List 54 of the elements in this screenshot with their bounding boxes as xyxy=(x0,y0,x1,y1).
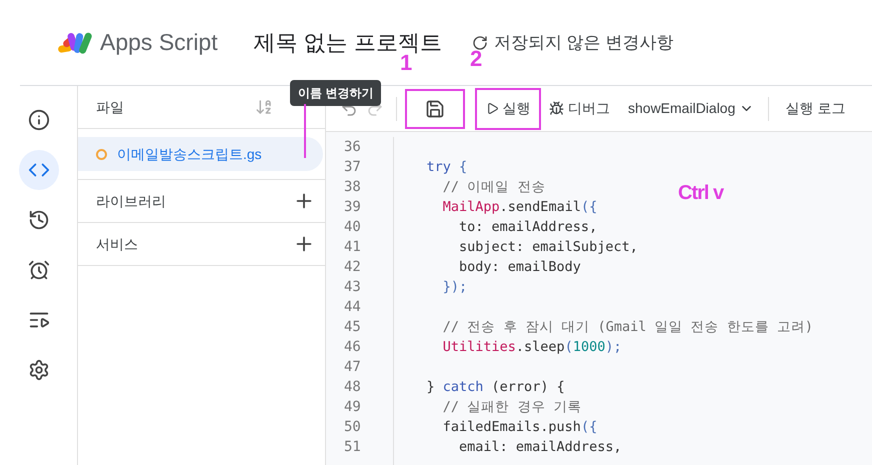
save-icon xyxy=(425,98,445,118)
code-line: to: emailAddress, xyxy=(458,218,598,237)
line-number: 44 xyxy=(343,298,361,317)
line-number: 50 xyxy=(343,418,361,437)
run-button[interactable]: 실행 xyxy=(475,88,541,130)
line-number: 38 xyxy=(343,178,361,197)
sidebar-nav-button[interactable] xyxy=(18,150,58,190)
product-name: Apps Script xyxy=(100,28,218,58)
code-line: // 이메일 전송 xyxy=(442,178,546,197)
line-number: 37 xyxy=(343,158,361,177)
code-line: Utilities.sleep(1000); xyxy=(442,338,622,357)
code-line: // 실패한 경우 기록 xyxy=(442,398,582,417)
code-line: subject: emailSubject, xyxy=(458,238,638,257)
alarm-clock-icon xyxy=(28,259,50,281)
debug-button[interactable]: 디버그 xyxy=(549,98,610,119)
history-icon xyxy=(28,209,50,231)
tooltip: 이름 변경하기 xyxy=(290,80,382,106)
line-number: 39 xyxy=(343,198,361,217)
line-number: 42 xyxy=(343,258,361,277)
section-label: 라이브러리 xyxy=(96,192,166,210)
code-line: } catch (error) { xyxy=(426,378,565,397)
play-icon xyxy=(486,102,498,115)
files-heading: 파일 xyxy=(96,98,124,116)
annotation-number: 2 xyxy=(470,48,482,70)
debug-icon xyxy=(549,101,564,116)
line-number: 36 xyxy=(343,138,361,157)
save-button[interactable] xyxy=(405,88,465,128)
function-dropdown[interactable]: showEmailDialog xyxy=(628,98,754,119)
line-number: 49 xyxy=(343,398,361,417)
code-line: failedEmails.push({ xyxy=(442,418,598,437)
save-status: 저장되지 않은 변경사항 xyxy=(494,32,674,54)
annotation-line xyxy=(304,104,306,158)
code-line: // 전송 후 잠시 대기 (Gmail 일일 전송 한도를 고려) xyxy=(442,318,814,337)
code-line: email: emailAddress, xyxy=(458,438,622,457)
line-number: 47 xyxy=(343,358,361,377)
line-number: 40 xyxy=(343,218,361,237)
file-item[interactable]: 이메일발송스크립트.gs xyxy=(78,137,323,171)
code-line: MailApp.sendEmail({ xyxy=(442,198,598,217)
line-number: 45 xyxy=(343,318,361,337)
code-line: body: emailBody xyxy=(458,258,581,277)
line-number: 46 xyxy=(343,338,361,357)
line-number: 51 xyxy=(343,438,361,457)
code-line: }); xyxy=(442,278,468,297)
section-label: 서비스 xyxy=(96,234,138,254)
annotation-number: 1 xyxy=(400,52,412,74)
settings-icon xyxy=(28,359,50,381)
line-number: 41 xyxy=(343,238,361,257)
info-icon xyxy=(28,109,50,131)
line-number: 48 xyxy=(343,378,361,397)
line-number: 43 xyxy=(343,278,361,297)
code-line: try { xyxy=(426,158,468,177)
refresh-icon xyxy=(472,34,488,50)
execution-log-button[interactable]: 실행 로그 xyxy=(785,98,846,119)
annotation-note: Ctrl v xyxy=(678,183,724,203)
